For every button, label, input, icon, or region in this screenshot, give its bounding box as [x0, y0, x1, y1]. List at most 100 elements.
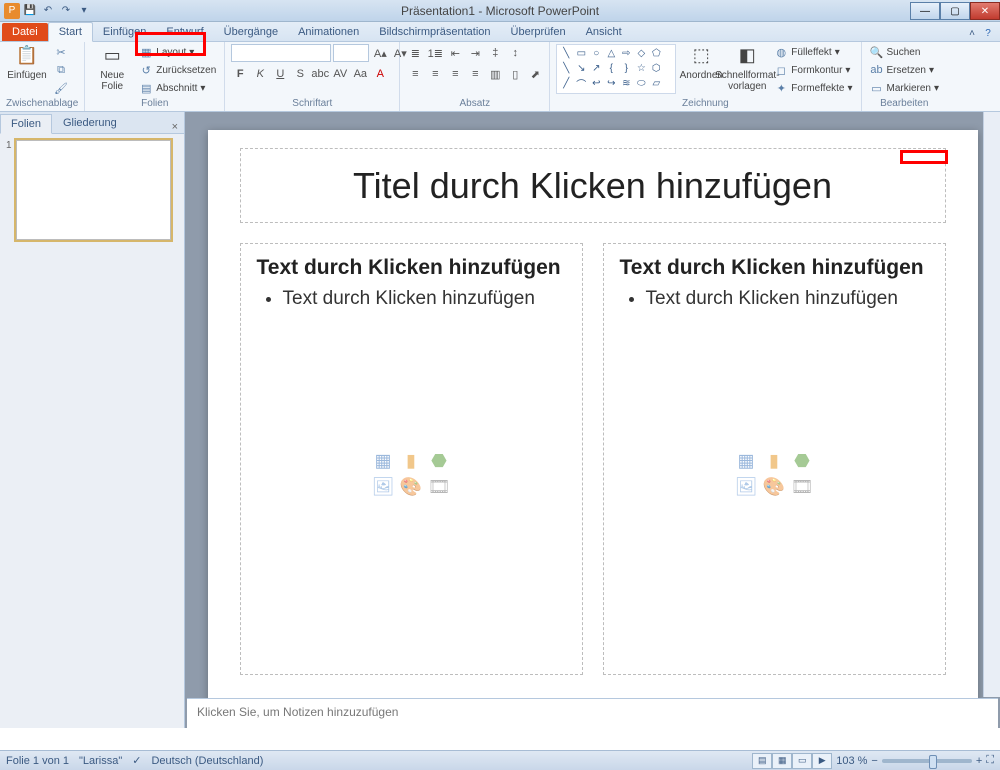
workspace: Folien Gliederung × 1 Titel durch Klicke…: [0, 112, 1000, 728]
align-right-button[interactable]: ≡: [446, 65, 464, 83]
thumbnail-item[interactable]: 1: [6, 140, 178, 240]
quickstyles-icon: ◧: [735, 44, 759, 68]
reset-button[interactable]: ↺Zurücksetzen: [137, 62, 218, 78]
grow-font-icon[interactable]: A▴: [371, 44, 389, 62]
spellcheck-icon[interactable]: ✓: [132, 754, 141, 767]
strike-button[interactable]: S: [291, 65, 309, 83]
smartart-button[interactable]: ⬈: [526, 65, 544, 83]
zoom-out-button[interactable]: −: [871, 755, 877, 767]
content-placeholder-right[interactable]: Text durch Klicken hinzufügen Text durch…: [603, 243, 946, 675]
app-icon[interactable]: P: [4, 3, 20, 19]
qat-save-icon[interactable]: 💾: [22, 3, 38, 19]
case-button[interactable]: Aa: [351, 65, 369, 83]
status-theme: "Larissa": [79, 755, 122, 767]
panel-tab-slides[interactable]: Folien: [0, 114, 52, 134]
copy-icon: ⧉: [54, 63, 68, 77]
qat-more-icon[interactable]: ▾: [76, 3, 92, 19]
shapes-gallery[interactable]: ╲▭○△⇨◇⬠ ╲↘↗{}☆⬡ ╱⌒↩↪≋⬭▱: [556, 44, 676, 94]
shape-effects-button[interactable]: ✦Formeffekte ▾: [772, 80, 854, 96]
reading-view-button[interactable]: ▭: [792, 753, 812, 769]
zoom-level[interactable]: 103 %: [836, 755, 867, 767]
font-color-button[interactable]: A: [371, 65, 389, 83]
tab-bildschirm[interactable]: Bildschirmpräsentation: [369, 23, 500, 41]
panel-tab-outline[interactable]: Gliederung: [52, 113, 128, 133]
file-tab[interactable]: Datei: [2, 23, 48, 41]
slideshow-view-button[interactable]: ▶: [812, 753, 832, 769]
fit-button[interactable]: ⛶: [986, 754, 994, 767]
insert-smartart-icon[interactable]: ⬣: [427, 449, 451, 471]
quickstyles-button[interactable]: ◧ Schnellformat- vorlagen: [726, 44, 768, 92]
section-button[interactable]: ▤Abschnitt ▾: [137, 80, 218, 96]
sorter-view-button[interactable]: ▦: [772, 753, 792, 769]
layout-icon: ▦: [139, 45, 153, 59]
zoom-in-button[interactable]: +: [976, 755, 982, 767]
qat-undo-icon[interactable]: ↶: [40, 3, 56, 19]
indent-button[interactable]: ⇥: [466, 44, 484, 62]
insert-chart-icon[interactable]: ▮: [762, 449, 786, 471]
insert-media-icon[interactable]: 🎞: [790, 475, 814, 497]
tab-uebergaenge[interactable]: Übergänge: [214, 23, 288, 41]
qat-redo-icon[interactable]: ↷: [58, 3, 74, 19]
help-icon[interactable]: ?: [980, 25, 996, 41]
panel-close-icon[interactable]: ×: [166, 121, 184, 133]
bullets-button[interactable]: ≣: [406, 44, 424, 62]
italic-button[interactable]: K: [251, 65, 269, 83]
new-slide-button[interactable]: ▭ Neue Folie: [91, 44, 133, 92]
spacing-button[interactable]: AV: [331, 65, 349, 83]
font-family-combo[interactable]: [231, 44, 331, 62]
insert-clipart-icon[interactable]: 🎨: [762, 475, 786, 497]
find-button[interactable]: 🔍Suchen: [868, 44, 942, 60]
maximize-button[interactable]: ▢: [940, 2, 970, 20]
format-painter-button[interactable]: 🖌: [52, 80, 70, 96]
tab-einfuegen[interactable]: Einfügen: [93, 23, 156, 41]
paste-button[interactable]: 📋 Einfügen: [6, 44, 48, 81]
insert-chart-icon[interactable]: ▮: [399, 449, 423, 471]
content-placeholder-left[interactable]: Text durch Klicken hinzufügen Text durch…: [240, 243, 583, 675]
tab-animationen[interactable]: Animationen: [288, 23, 369, 41]
ribbon-minimize-icon[interactable]: ˄: [964, 25, 980, 41]
select-button[interactable]: ▭Markieren ▾: [868, 80, 942, 96]
cut-button[interactable]: ✂: [52, 44, 70, 60]
insert-media-icon[interactable]: 🎞: [427, 475, 451, 497]
columns-button[interactable]: ▥: [486, 65, 504, 83]
text-direction-button[interactable]: ↕: [506, 44, 524, 62]
font-size-combo[interactable]: [333, 44, 369, 62]
normal-view-button[interactable]: ▤: [752, 753, 772, 769]
insert-smartart-icon[interactable]: ⬣: [790, 449, 814, 471]
numbering-button[interactable]: 1≣: [426, 44, 444, 62]
bold-button[interactable]: F: [231, 65, 249, 83]
zoom-slider[interactable]: [882, 759, 972, 763]
tab-start[interactable]: Start: [48, 22, 93, 42]
replace-button[interactable]: abErsetzen ▾: [868, 62, 942, 78]
insert-clipart-icon[interactable]: 🎨: [399, 475, 423, 497]
tab-entwurf[interactable]: Entwurf: [156, 23, 213, 41]
shape-fill-button[interactable]: ◍Fülleffekt ▾: [772, 44, 854, 60]
align-text-button[interactable]: ▯: [506, 65, 524, 83]
insert-picture-icon[interactable]: 🖼: [734, 475, 758, 497]
minimize-button[interactable]: —: [910, 2, 940, 20]
canvas[interactable]: Titel durch Klicken hinzufügen Text durc…: [185, 112, 1000, 698]
new-slide-icon: ▭: [100, 44, 124, 68]
status-language[interactable]: Deutsch (Deutschland): [151, 755, 263, 767]
linespacing-button[interactable]: ‡: [486, 44, 504, 62]
insert-table-icon[interactable]: ▦: [734, 449, 758, 471]
dedent-button[interactable]: ⇤: [446, 44, 464, 62]
tab-ansicht[interactable]: Ansicht: [576, 23, 632, 41]
slide[interactable]: Titel durch Klicken hinzufügen Text durc…: [208, 130, 978, 698]
vertical-scrollbar[interactable]: [983, 112, 1000, 697]
align-left-button[interactable]: ≡: [406, 65, 424, 83]
underline-button[interactable]: U: [271, 65, 289, 83]
justify-button[interactable]: ≡: [466, 65, 484, 83]
close-button[interactable]: ✕: [970, 2, 1000, 20]
notes-pane[interactable]: Klicken Sie, um Notizen hinzuzufügen: [187, 698, 998, 728]
title-placeholder[interactable]: Titel durch Klicken hinzufügen: [240, 148, 946, 223]
insert-table-icon[interactable]: ▦: [371, 449, 395, 471]
align-center-button[interactable]: ≡: [426, 65, 444, 83]
insert-picture-icon[interactable]: 🖼: [371, 475, 395, 497]
shadow-button[interactable]: abc: [311, 65, 329, 83]
section-icon: ▤: [139, 81, 153, 95]
tab-ueberpruefen[interactable]: Überprüfen: [501, 23, 576, 41]
layout-button[interactable]: ▦Layout ▾: [137, 44, 218, 60]
copy-button[interactable]: ⧉: [52, 62, 70, 78]
shape-outline-button[interactable]: ◻Formkontur ▾: [772, 62, 854, 78]
